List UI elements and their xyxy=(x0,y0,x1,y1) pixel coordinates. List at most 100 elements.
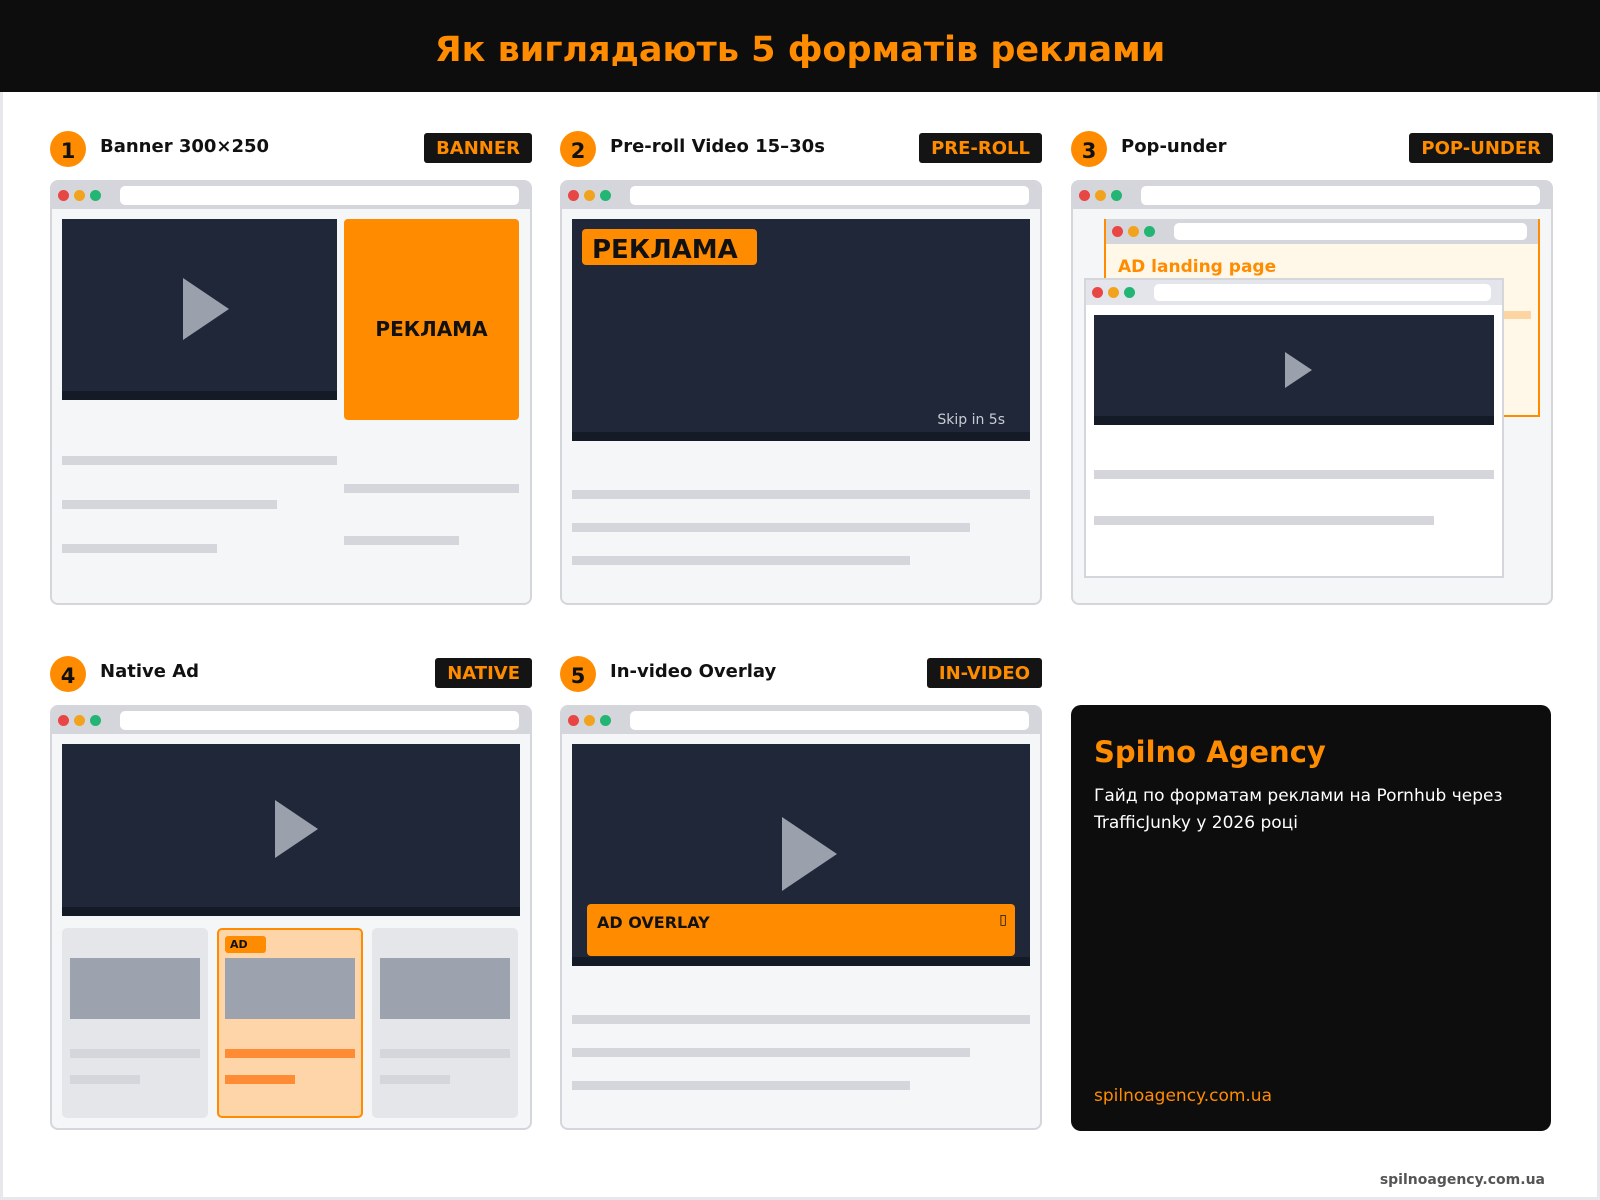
panel-title: Pop-under xyxy=(1121,136,1227,157)
video-player: РЕКЛАМА Skip in 5s xyxy=(572,219,1030,441)
panel-title: Pre-roll Video 15–30s xyxy=(610,136,825,157)
browser-toolbar xyxy=(1106,219,1538,244)
skip-countdown: Skip in 5s xyxy=(937,412,1005,428)
address-bar xyxy=(1174,223,1527,240)
card-thumbnail xyxy=(225,958,355,1019)
video-progress-bar xyxy=(572,432,1030,441)
maximize-dot-icon xyxy=(1124,287,1135,298)
address-bar xyxy=(120,186,519,205)
agency-info-card: Spilno Agency Гайд по форматам реклами н… xyxy=(1071,705,1551,1131)
format-tag: IN-VIDEO xyxy=(926,658,1042,688)
format-tag: PRE-ROLL xyxy=(919,133,1042,163)
minimize-dot-icon xyxy=(584,190,595,201)
browser-toolbar xyxy=(1073,182,1551,209)
overlay-ad-bar: AD OVERLAY ▯ xyxy=(587,904,1015,956)
pre-roll-ad-badge: РЕКЛАМА xyxy=(582,229,757,265)
browser-toolbar xyxy=(562,182,1040,209)
card-thumbnail xyxy=(70,958,200,1019)
text-placeholder-line xyxy=(70,1049,200,1058)
browser-toolbar xyxy=(562,707,1040,734)
text-placeholder-line xyxy=(380,1075,450,1084)
banner-ad: РЕКЛАМА xyxy=(344,219,519,420)
minimize-dot-icon xyxy=(1108,287,1119,298)
minimize-dot-icon xyxy=(584,715,595,726)
ad-badge: AD xyxy=(225,936,266,953)
address-bar xyxy=(1141,186,1540,205)
header-bar: Як виглядають 5 форматів реклами xyxy=(0,0,1600,92)
text-placeholder-line xyxy=(344,536,459,545)
panel-title: In-video Overlay xyxy=(610,661,777,682)
format-tag: POP-UNDER xyxy=(1409,133,1553,163)
page-title: Як виглядають 5 форматів реклами xyxy=(434,30,1166,70)
panel-title: Banner 300×250 xyxy=(100,136,270,157)
panel-header: 2 Pre-roll Video 15–30s PRE-ROLL xyxy=(560,129,1042,169)
video-player xyxy=(62,744,520,916)
panel-header: 3 Pop-under POP-UNDER xyxy=(1071,129,1553,169)
text-placeholder-line xyxy=(572,1015,1030,1024)
foreground-window xyxy=(1084,278,1504,578)
text-placeholder-line xyxy=(572,1081,910,1090)
close-icon[interactable]: ▯ xyxy=(999,912,1007,928)
close-dot-icon xyxy=(568,190,579,201)
video-progress-bar xyxy=(572,957,1030,966)
close-dot-icon xyxy=(58,190,69,201)
address-bar xyxy=(630,186,1029,205)
landing-page-label: AD landing page xyxy=(1118,257,1277,277)
ad-text-line xyxy=(225,1075,295,1084)
browser-toolbar xyxy=(52,707,530,734)
card-thumbnail xyxy=(380,958,510,1019)
video-progress-bar xyxy=(62,907,520,916)
panel-header: 5 In-video Overlay IN-VIDEO xyxy=(560,654,1042,694)
video-player xyxy=(62,219,337,400)
video-card xyxy=(372,928,518,1118)
minimize-dot-icon xyxy=(74,190,85,201)
video-player xyxy=(1094,315,1494,425)
browser-mockup: AD xyxy=(50,705,532,1130)
text-placeholder-line xyxy=(62,544,217,553)
text-placeholder-line xyxy=(1094,516,1434,525)
text-placeholder-line xyxy=(572,1048,970,1057)
maximize-dot-icon xyxy=(600,190,611,201)
number-badge: 1 xyxy=(50,131,86,167)
text-placeholder-line xyxy=(572,523,970,532)
maximize-dot-icon xyxy=(1111,190,1122,201)
browser-mockup: AD OVERLAY ▯ xyxy=(560,705,1042,1130)
play-icon xyxy=(275,800,318,858)
video-progress-bar xyxy=(1094,416,1494,425)
browser-toolbar xyxy=(1086,280,1502,305)
frame-left-border xyxy=(0,92,3,1200)
video-card xyxy=(62,928,208,1118)
agency-name: Spilno Agency xyxy=(1094,735,1326,769)
footer-link[interactable]: spilnoagency.com.ua xyxy=(1380,1172,1545,1188)
maximize-dot-icon xyxy=(90,190,101,201)
ad-text-line xyxy=(225,1049,355,1058)
agency-link[interactable]: spilnoagency.com.ua xyxy=(1094,1086,1272,1106)
text-placeholder-line xyxy=(62,500,277,509)
video-progress-bar xyxy=(62,391,337,400)
address-bar xyxy=(630,711,1029,730)
maximize-dot-icon xyxy=(1144,226,1155,237)
landing-placeholder-line xyxy=(1501,311,1531,319)
minimize-dot-icon xyxy=(1128,226,1139,237)
number-badge: 3 xyxy=(1071,131,1107,167)
browser-mockup: AD landing page xyxy=(1071,180,1553,605)
text-placeholder-line xyxy=(572,556,910,565)
native-ad-card: AD xyxy=(217,928,363,1118)
browser-toolbar xyxy=(52,182,530,209)
format-tag: BANNER xyxy=(424,133,532,163)
text-placeholder-line xyxy=(380,1049,510,1058)
play-icon xyxy=(183,278,229,340)
close-dot-icon xyxy=(1092,287,1103,298)
minimize-dot-icon xyxy=(1095,190,1106,201)
overlay-label: AD OVERLAY xyxy=(597,913,710,932)
number-badge: 4 xyxy=(50,656,86,692)
address-bar xyxy=(120,711,519,730)
minimize-dot-icon xyxy=(74,715,85,726)
maximize-dot-icon xyxy=(600,715,611,726)
address-bar xyxy=(1154,284,1491,301)
text-placeholder-line xyxy=(1094,470,1494,479)
close-dot-icon xyxy=(1112,226,1123,237)
format-tag: NATIVE xyxy=(435,658,532,688)
ad-label: РЕКЛАМА xyxy=(375,317,488,341)
panel-title: Native Ad xyxy=(100,661,200,682)
